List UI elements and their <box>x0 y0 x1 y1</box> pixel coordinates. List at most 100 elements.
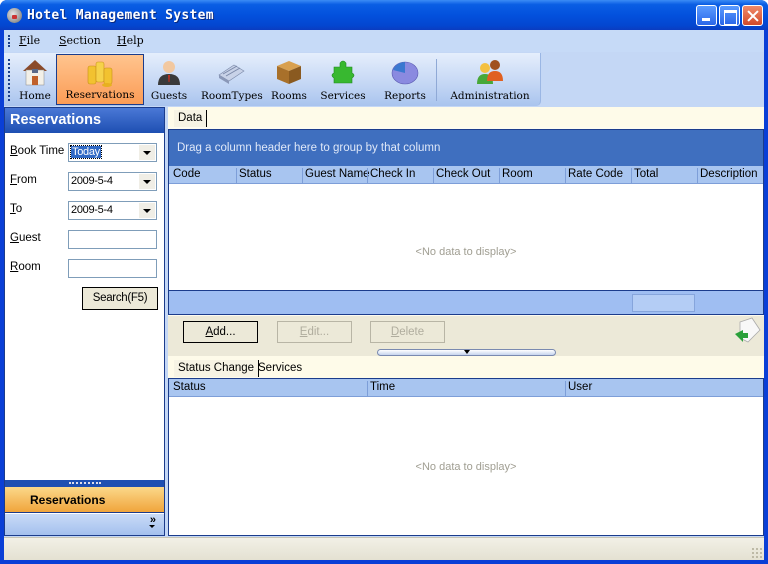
toolbar-services-button[interactable]: Services <box>316 54 370 105</box>
from-label-rest: rom <box>17 174 37 186</box>
column-header-check-out[interactable]: Check Out <box>433 168 490 183</box>
column-header-total[interactable]: Total <box>631 168 658 183</box>
book-time-label-rest: ook Time <box>17 145 65 157</box>
empty-grid-message: <No data to display> <box>415 246 517 258</box>
toolbar-roomtypes-label: RoomTypes <box>201 90 263 102</box>
group-by-panel[interactable]: Drag a column header here to group by th… <box>169 130 763 166</box>
column-header-time[interactable]: Time <box>367 381 395 396</box>
minimize-button[interactable] <box>696 5 717 26</box>
menu-section-rest: ection <box>66 34 101 47</box>
dropdown-arrow-icon[interactable] <box>149 525 155 528</box>
detail-tabstrip: Status Change Services <box>168 356 764 378</box>
room-types-icon <box>218 64 245 84</box>
menu-help-rest: elp <box>126 34 144 47</box>
toolbar-rooms-button[interactable]: Rooms <box>268 54 310 105</box>
room-input[interactable] <box>68 259 157 278</box>
maximize-button[interactable] <box>719 5 740 26</box>
column-header-check-in[interactable]: Check In <box>367 168 415 183</box>
toolbar-home-label: Home <box>19 90 51 102</box>
toolbar-services-label: Services <box>320 90 366 102</box>
app-icon[interactable] <box>7 8 22 23</box>
add-label-rest: dd... <box>213 326 236 338</box>
coins-icon <box>87 61 113 87</box>
to-label: To <box>10 203 23 215</box>
from-date-value: 2009-5-4 <box>71 175 113 187</box>
column-header-rate-code[interactable]: Rate Code <box>565 168 623 183</box>
users-icon <box>477 60 503 84</box>
toolbar-reports-label: Reports <box>384 90 426 102</box>
toolbar-reports-button[interactable]: Reports <box>380 54 430 105</box>
data-tabstrip: Data <box>168 107 764 127</box>
toolbar-reservations-label: Reservations <box>65 89 135 101</box>
edit-button[interactable]: Edit... <box>277 321 352 343</box>
client-area: File Section Help Home Reservations Gues… <box>4 30 764 560</box>
add-button[interactable]: Add... <box>183 321 258 343</box>
toolbar-guests-label: Guests <box>150 90 188 102</box>
export-icon[interactable] <box>732 316 762 346</box>
action-bar: Add... Edit... Delete <box>168 316 764 356</box>
nav-header: Reservations <box>5 108 164 133</box>
toolbar-administration-label: Administration <box>450 90 530 102</box>
menu-file-rest: ile <box>26 34 41 47</box>
column-header-guest-name[interactable]: Guest Name <box>302 168 370 183</box>
chevron-down-icon[interactable] <box>139 145 155 160</box>
toolbar-home-button[interactable]: Home <box>14 54 56 105</box>
tab-status-change[interactable]: Status Change <box>174 360 260 377</box>
toolbar-grip[interactable] <box>8 59 10 101</box>
tab-services[interactable]: Services <box>254 360 306 377</box>
menu-file[interactable]: File <box>19 34 40 47</box>
room-label: Room <box>10 261 41 273</box>
toolbar-administration-button[interactable]: Administration <box>444 54 536 105</box>
puzzle-icon <box>331 60 355 84</box>
menubar-grip[interactable] <box>8 35 10 47</box>
house-icon <box>23 60 47 86</box>
grid-footer <box>169 290 763 314</box>
nav-splitter[interactable] <box>5 480 164 487</box>
column-header-description[interactable]: Description <box>697 168 758 183</box>
add-mnemonic: A <box>205 326 214 338</box>
toolbar-guests-button[interactable]: Guests <box>148 54 190 105</box>
detail-expander-handle[interactable] <box>377 349 556 356</box>
delete-mnemonic: D <box>390 326 400 338</box>
window-title: Hotel Management System <box>27 8 214 23</box>
pie-chart-icon <box>391 61 419 85</box>
toolbar-roomtypes-button[interactable]: RoomTypes <box>201 54 263 105</box>
book-time-select[interactable]: Today <box>68 143 157 162</box>
resize-grip-icon[interactable] <box>751 547 762 558</box>
menu-section[interactable]: Section <box>59 34 101 47</box>
chevron-down-icon[interactable] <box>139 203 155 218</box>
guest-label-rest: uest <box>18 232 41 244</box>
toolbar-separator <box>436 59 437 101</box>
tab-data[interactable]: Data <box>174 110 208 127</box>
book-time-value: Today <box>70 145 102 159</box>
toolbar-reservations-button[interactable]: Reservations <box>56 54 144 105</box>
toolbar-rooms-label: Rooms <box>271 90 307 102</box>
to-label-rest: o <box>15 203 23 215</box>
total-summary-cell <box>632 294 695 312</box>
to-date-picker[interactable]: 2009-5-4 <box>68 201 157 220</box>
app-window: Hotel Management System File Section Hel… <box>0 0 768 564</box>
title-bar[interactable]: Hotel Management System <box>0 0 768 30</box>
reservations-grid: Drag a column header here to group by th… <box>168 129 764 315</box>
nav-group-reservations[interactable]: Reservations <box>5 487 164 513</box>
search-button[interactable]: Search(F5) <box>82 287 158 310</box>
empty-detail-message: <No data to display> <box>415 461 517 473</box>
close-button[interactable] <box>742 5 763 26</box>
guest-input[interactable] <box>68 230 157 249</box>
box-icon <box>277 61 301 84</box>
edit-label-rest: dit... <box>307 326 330 338</box>
column-header-status[interactable]: Status <box>171 381 206 396</box>
person-icon <box>158 61 180 85</box>
menu-help[interactable]: Help <box>117 34 144 47</box>
column-header-user[interactable]: User <box>565 381 592 396</box>
column-header-code[interactable]: Code <box>171 168 201 183</box>
from-date-picker[interactable]: 2009-5-4 <box>68 172 157 191</box>
column-header-status[interactable]: Status <box>236 168 272 183</box>
from-label: From <box>10 174 37 186</box>
status-change-grid: Status Time User <No data to display> <box>168 378 764 536</box>
chevron-down-icon[interactable] <box>139 174 155 189</box>
delete-button[interactable]: Delete <box>370 321 445 343</box>
to-date-value: 2009-5-4 <box>71 204 113 216</box>
column-header-room[interactable]: Room <box>499 168 533 183</box>
navigation-pane: Reservations Book Time Today From 2009-5… <box>4 107 165 536</box>
